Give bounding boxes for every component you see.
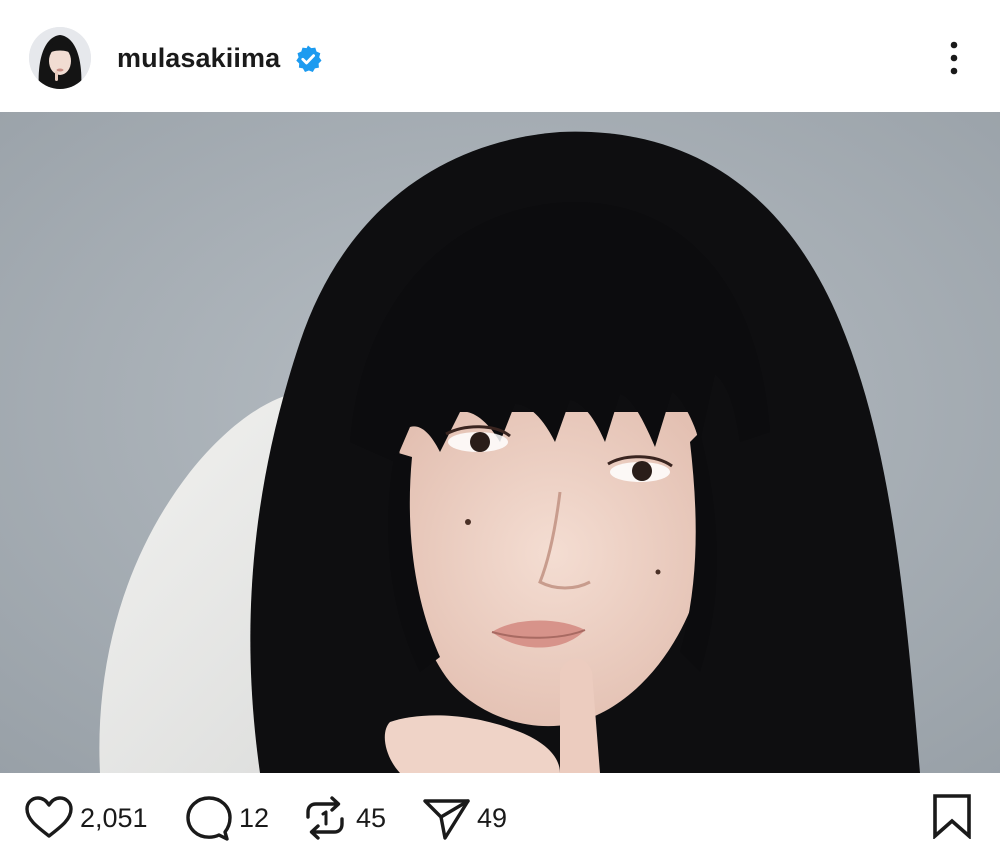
comment-count: 12 xyxy=(239,803,270,833)
repost-button[interactable]: 45 xyxy=(300,795,386,841)
portrait-photo xyxy=(0,112,1000,773)
avatar[interactable] xyxy=(29,27,91,89)
comment-button[interactable]: 12 xyxy=(183,795,269,841)
heart-icon xyxy=(25,796,73,838)
verified-badge-icon xyxy=(296,45,322,72)
share-count: 49 xyxy=(477,803,508,833)
repost-icon xyxy=(306,796,344,840)
comment-bubble-icon xyxy=(186,796,232,841)
action-bar: 2,051 12 45 49 xyxy=(0,773,1000,865)
share-button[interactable]: 49 xyxy=(421,795,507,841)
repost-count: 45 xyxy=(356,803,387,833)
like-count: 2,051 xyxy=(80,803,148,833)
like-button[interactable]: 2,051 xyxy=(24,795,148,841)
post-card: mulasakiima 2,051 12 45 49 xyxy=(0,0,1000,865)
username[interactable]: mulasakiima xyxy=(117,40,280,76)
post-header: mulasakiima xyxy=(0,0,1000,112)
more-vertical-icon[interactable] xyxy=(938,38,970,78)
avatar-image xyxy=(29,27,91,89)
post-image[interactable] xyxy=(0,112,1000,773)
send-icon xyxy=(423,799,470,840)
bookmark-icon[interactable] xyxy=(930,793,974,839)
